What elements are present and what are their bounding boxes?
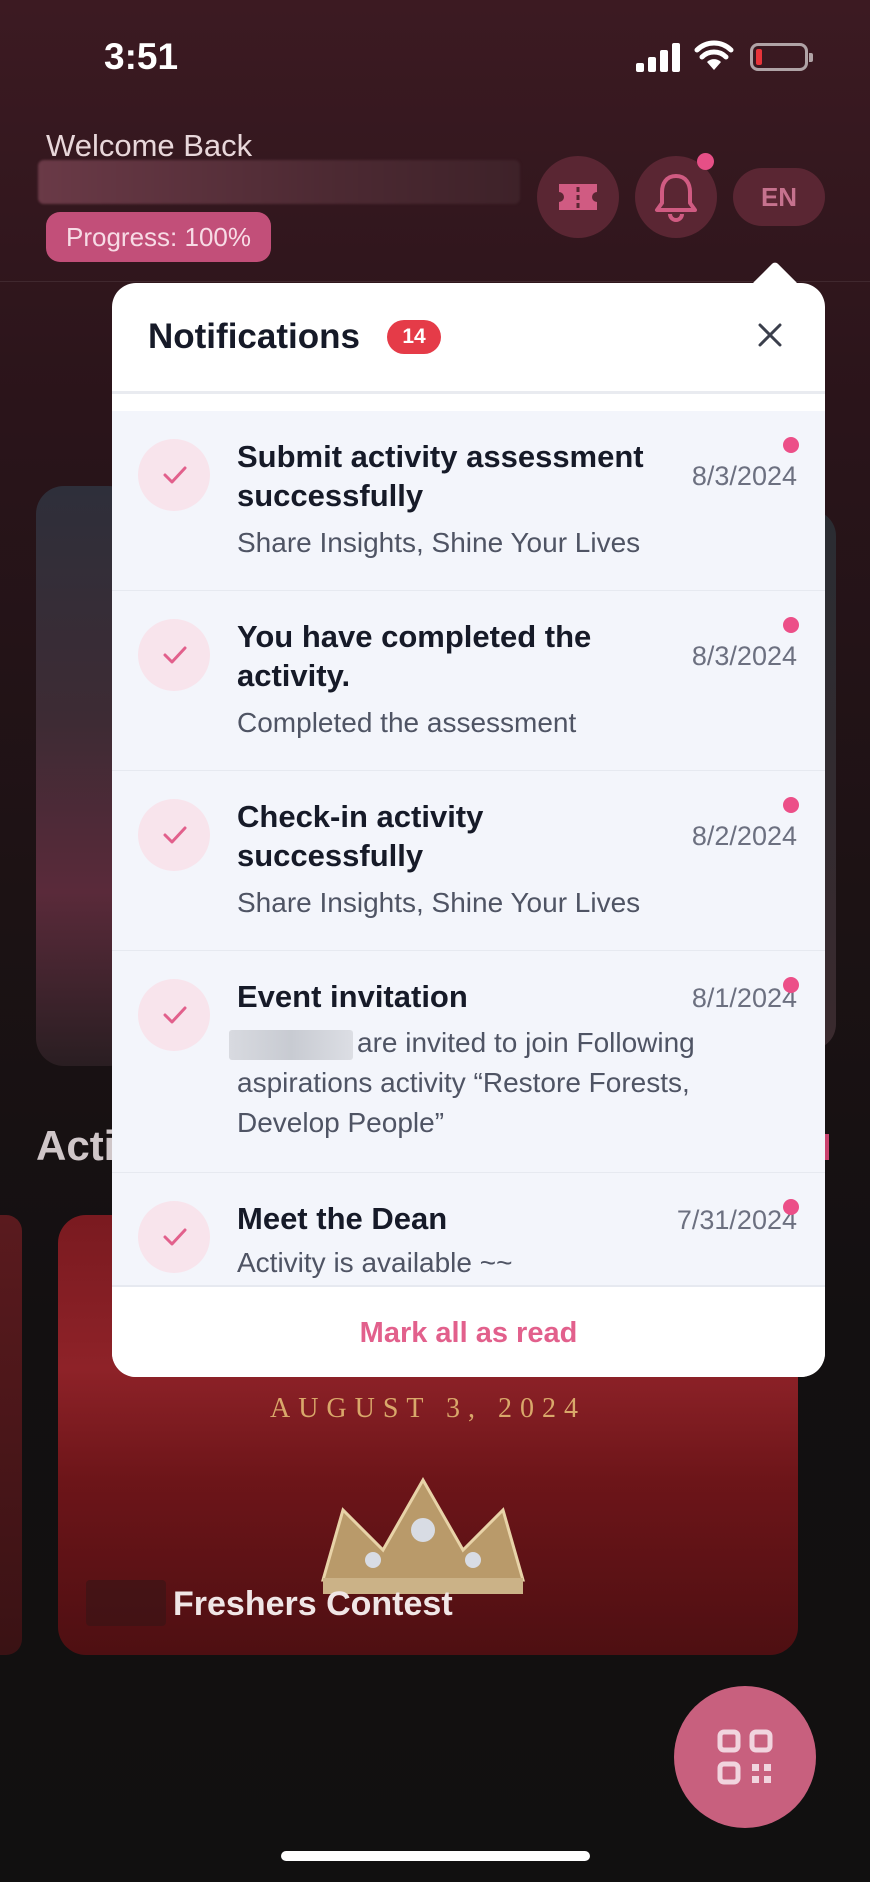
notification-title: Meet the Dean [237, 1201, 448, 1236]
close-button[interactable] [748, 313, 792, 357]
event-tag-redacted [86, 1580, 166, 1626]
notification-dot [697, 153, 714, 170]
redacted-name [229, 1029, 353, 1060]
notification-body: Activity is available ~~ [237, 1247, 513, 1278]
unread-dot [783, 617, 799, 633]
unread-count-badge: 14 [387, 320, 441, 354]
check-icon [138, 439, 210, 511]
check-icon [138, 979, 210, 1051]
notification-body: Completed the assessment [237, 707, 577, 738]
notification-date: 8/1/2024 [691, 983, 797, 1013]
notification-list[interactable]: Submit activity assessment successfully … [112, 411, 825, 1285]
notification-date: 8/3/2024 [691, 641, 797, 671]
home-indicator [281, 1851, 590, 1861]
unread-dot [783, 437, 799, 453]
qr-scan-button[interactable] [674, 1686, 816, 1828]
check-icon [138, 799, 210, 871]
check-icon [138, 619, 210, 691]
signal-icon [636, 42, 682, 72]
divider [112, 391, 825, 394]
status-bar: 3:51 [0, 0, 870, 110]
qr-code-icon [717, 1729, 773, 1785]
notification-title: You have completed the activity. [237, 619, 592, 693]
progress-badge: Progress: 100% [46, 212, 271, 262]
language-button[interactable]: EN [733, 168, 825, 226]
unread-dot [783, 977, 799, 993]
notification-body: Share Insights, Shine Your Lives [237, 527, 641, 558]
notification-date: 8/2/2024 [691, 821, 797, 851]
notification-item[interactable]: Check-in activity successfully 8/2/2024 … [112, 771, 825, 951]
notification-title: Check-in activity successfully [237, 799, 484, 873]
close-icon [758, 323, 782, 347]
event-title: Freshers Contest [173, 1585, 453, 1623]
notification-title: Submit activity assessment successfully [237, 439, 644, 513]
notification-body: are invited to join Following aspiration… [229, 1023, 777, 1143]
popover-header: Notifications 14 [112, 283, 825, 391]
app-header: Welcome Back Progress: 100% EN [0, 110, 870, 282]
event-date: AUGUST 3, 2024 [269, 1393, 587, 1424]
popover-title: Notifications [148, 317, 360, 356]
notification-date: 8/3/2024 [691, 461, 797, 491]
notification-item[interactable]: Meet the Dean 7/31/2024 Activity is avai… [112, 1173, 825, 1285]
wifi-icon [694, 40, 734, 70]
notification-item[interactable]: Event invitation 8/1/2024 are invited to… [112, 951, 825, 1173]
notification-body: Share Insights, Shine Your Lives [237, 887, 641, 918]
notifications-popover: Notifications 14 Submit activity assessm… [112, 283, 825, 1377]
notification-title: Event invitation [237, 979, 468, 1014]
welcome-text: Welcome Back [46, 128, 253, 163]
notification-item[interactable]: You have completed the activity. 8/3/202… [112, 591, 825, 771]
status-time: 3:51 [104, 36, 179, 77]
ticket-button[interactable] [537, 156, 619, 238]
user-name-redacted [38, 160, 520, 204]
unread-dot [783, 797, 799, 813]
event-card-prev [0, 1215, 22, 1655]
ticket-icon [559, 184, 597, 210]
notification-date: 7/31/2024 [676, 1205, 797, 1235]
battery-icon [750, 43, 813, 71]
mark-all-read-button[interactable]: Mark all as read [112, 1287, 825, 1377]
notification-item[interactable]: Submit activity assessment successfully … [112, 411, 825, 591]
unread-dot [783, 1199, 799, 1215]
popover-footer: Mark all as read [112, 1285, 825, 1377]
check-icon [138, 1201, 210, 1273]
section-title: Acti [36, 1122, 116, 1169]
